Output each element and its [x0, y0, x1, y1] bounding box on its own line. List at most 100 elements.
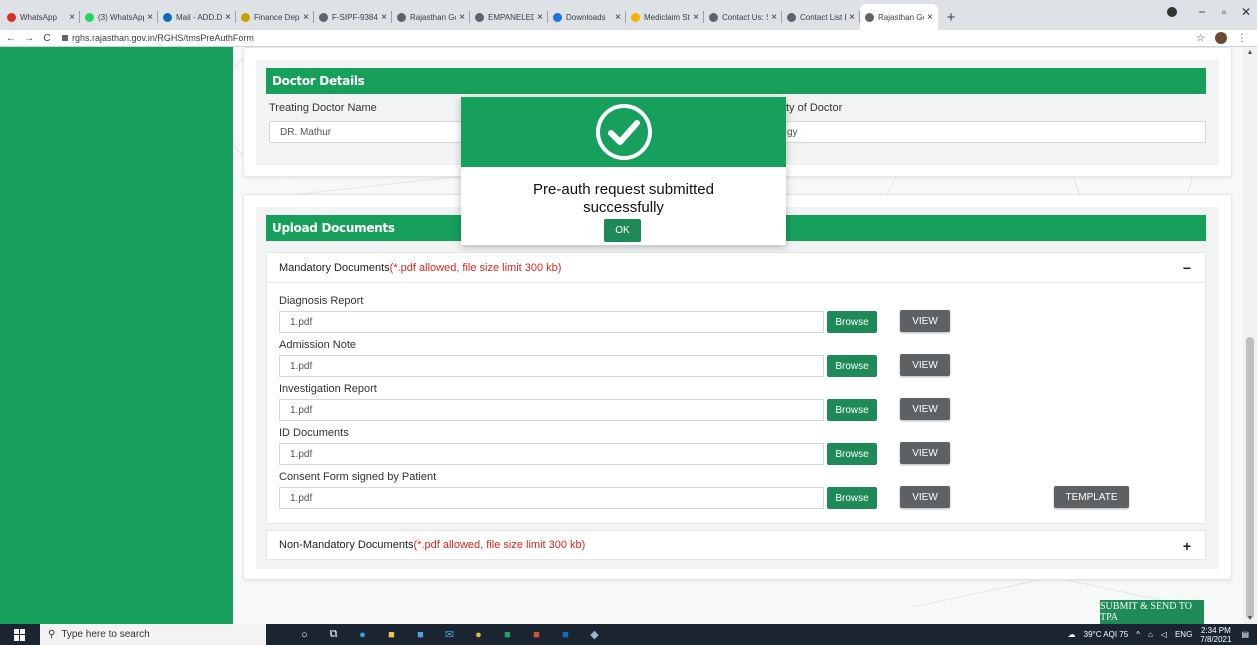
weather-text[interactable]: 39°C AQI 75	[1084, 630, 1129, 639]
weather-icon[interactable]: ☁	[1068, 630, 1076, 639]
taskbar-search-box[interactable]: ⚲ Type here to search	[40, 624, 266, 645]
document-file-field[interactable]: 1.pdf	[279, 443, 824, 465]
close-tab-icon[interactable]: ×	[927, 12, 933, 23]
browse-button[interactable]: Browse	[827, 311, 877, 333]
url-field[interactable]: rghs.rajasthan.gov.in/RGHS/tmsPreAuthFor…	[62, 33, 254, 43]
close-tab-icon[interactable]: ×	[849, 12, 855, 23]
bookmark-star-icon[interactable]: ☆	[1196, 33, 1205, 44]
browser-tab[interactable]: F-SIPF-9384-0×	[314, 4, 392, 30]
browser-tab[interactable]: Mail - ADD.DI ×	[158, 4, 236, 30]
browser-tab[interactable]: (3) WhatsApp ×	[80, 4, 158, 30]
globe-icon	[397, 12, 406, 22]
specialty-of-doctor-field[interactable]: gy	[776, 121, 1206, 143]
file-explorer-icon[interactable]: ■	[377, 629, 406, 641]
scrollbar-thumb[interactable]	[1246, 337, 1254, 619]
browser-tab[interactable]: Contact Us: S ×	[704, 4, 782, 30]
browser-tab[interactable]: Downloads ×	[548, 4, 626, 30]
browse-button[interactable]: Browse	[827, 487, 877, 509]
close-tab-icon[interactable]: ×	[771, 12, 777, 23]
outlook-icon[interactable]: ■	[551, 629, 580, 641]
loading-icon	[631, 12, 640, 22]
close-tab-icon[interactable]: ×	[147, 12, 153, 23]
non-mandatory-documents-header[interactable]: Non-Mandatory Documents (*.pdf allowed, f…	[266, 530, 1206, 560]
expand-icon[interactable]: +	[1183, 538, 1191, 554]
tab-title: Rajasthan Go	[878, 12, 925, 22]
scroll-down-icon[interactable]: ▼	[1243, 615, 1257, 622]
browse-button[interactable]: Browse	[827, 399, 877, 421]
close-window-button[interactable]: ✕	[1235, 5, 1257, 19]
clock-time: 2:34 PM	[1200, 625, 1231, 635]
tab-title: Contact Us: S	[722, 12, 769, 22]
success-message: Pre-auth request submitted successfully	[461, 181, 786, 217]
profile-avatar[interactable]	[1215, 32, 1227, 44]
store-icon[interactable]: ■	[406, 629, 435, 641]
reload-icon[interactable]: C	[40, 33, 54, 44]
new-tab-button[interactable]: +	[938, 4, 964, 30]
excel-icon[interactable]: ■	[493, 629, 522, 641]
view-button[interactable]: VIEW	[900, 310, 950, 332]
cortana-icon[interactable]: ○	[290, 629, 319, 641]
browser-tab[interactable]: Contact List E ×	[782, 4, 860, 30]
forward-icon[interactable]: →	[22, 33, 36, 44]
network-icon[interactable]: ⌂	[1148, 630, 1153, 639]
document-file-field[interactable]: 1.pdf	[279, 487, 824, 509]
close-tab-icon[interactable]: ×	[225, 12, 231, 23]
browse-button[interactable]: Browse	[827, 443, 877, 465]
close-tab-icon[interactable]: ×	[459, 12, 465, 23]
menu-kebab-icon[interactable]: ⋮	[1237, 33, 1247, 44]
edge-icon[interactable]: ●	[348, 629, 377, 641]
document-file-field[interactable]: 1.pdf	[279, 399, 824, 421]
scroll-up-icon[interactable]: ▲	[1243, 49, 1257, 56]
language-indicator[interactable]: ENG	[1175, 630, 1192, 639]
chrome-icon[interactable]: ●	[464, 629, 493, 641]
back-icon[interactable]: ←	[4, 33, 18, 44]
powerpoint-icon[interactable]: ■	[522, 629, 551, 641]
submit-send-to-tpa-button[interactable]: SUBMIT & SEND TO TPA	[1100, 600, 1204, 624]
globe-icon	[787, 12, 796, 22]
view-button[interactable]: VIEW	[900, 398, 950, 420]
browser-tab[interactable]: Finance Depa ×	[236, 4, 314, 30]
clock[interactable]: 2:34 PM 7/8/2021	[1200, 626, 1231, 644]
minimize-button[interactable]: −	[1191, 5, 1213, 19]
restore-button[interactable]: ▫	[1213, 5, 1235, 19]
windows-start-icon[interactable]	[14, 628, 26, 641]
template-button[interactable]: TEMPLATE	[1054, 486, 1129, 508]
browser-tab[interactable]: Rajasthan Go ×	[392, 4, 470, 30]
close-tab-icon[interactable]: ×	[303, 12, 309, 23]
view-button[interactable]: VIEW	[900, 354, 950, 376]
task-view-icon[interactable]: ⧉	[319, 628, 348, 641]
collapse-icon[interactable]: −	[1183, 260, 1191, 276]
view-button[interactable]: VIEW	[900, 486, 950, 508]
volume-icon[interactable]: ◁	[1161, 630, 1167, 639]
tab-title: Contact List E	[800, 12, 847, 22]
document-file-field[interactable]: 1.pdf	[279, 355, 824, 377]
browser-tab[interactable]: WhatsApp ×	[2, 4, 80, 30]
globe-icon	[865, 12, 874, 22]
browser-tab[interactable]: Rajasthan Go ×	[860, 4, 938, 30]
document-file-field[interactable]: 1.pdf	[279, 311, 824, 333]
mandatory-documents-note: (*.pdf allowed, file size limit 300 kb)	[389, 261, 562, 274]
browse-button[interactable]: Browse	[827, 355, 877, 377]
address-bar: ← → C rghs.rajasthan.gov.in/RGHS/tmsPreA…	[0, 30, 1257, 47]
notifications-icon[interactable]: ▤	[1241, 630, 1249, 639]
treating-doctor-name-label: Treating Doctor Name	[269, 102, 377, 114]
close-tab-icon[interactable]: ×	[693, 12, 699, 23]
success-message-line1: Pre-auth request submitted	[533, 181, 714, 198]
tray-chevron-icon[interactable]: ^	[1136, 630, 1140, 639]
globe-icon	[475, 12, 484, 22]
page-scrollbar[interactable]: ▲ ▼	[1243, 47, 1257, 624]
mandatory-documents-header[interactable]: Mandatory Documents (*.pdf allowed, file …	[267, 253, 1205, 283]
mail-icon[interactable]: ✉	[435, 628, 464, 641]
close-tab-icon[interactable]: ×	[537, 12, 543, 23]
app-icon[interactable]: ◆	[580, 628, 609, 641]
close-tab-icon[interactable]: ×	[69, 12, 75, 23]
close-tab-icon[interactable]: ×	[615, 12, 621, 23]
browser-tab[interactable]: Mediclaim St ×	[626, 4, 704, 30]
view-button[interactable]: VIEW	[900, 442, 950, 464]
close-tab-icon[interactable]: ×	[381, 12, 387, 23]
browser-tab[interactable]: EMPANELED ×	[470, 4, 548, 30]
profile-dot-icon[interactable]	[1167, 7, 1177, 17]
upload-documents-panel: Upload Documents Mandatory Documents (*.p…	[256, 207, 1219, 569]
ok-button[interactable]: OK	[604, 219, 641, 242]
mandatory-documents-accordion: Mandatory Documents (*.pdf allowed, file …	[266, 252, 1206, 524]
